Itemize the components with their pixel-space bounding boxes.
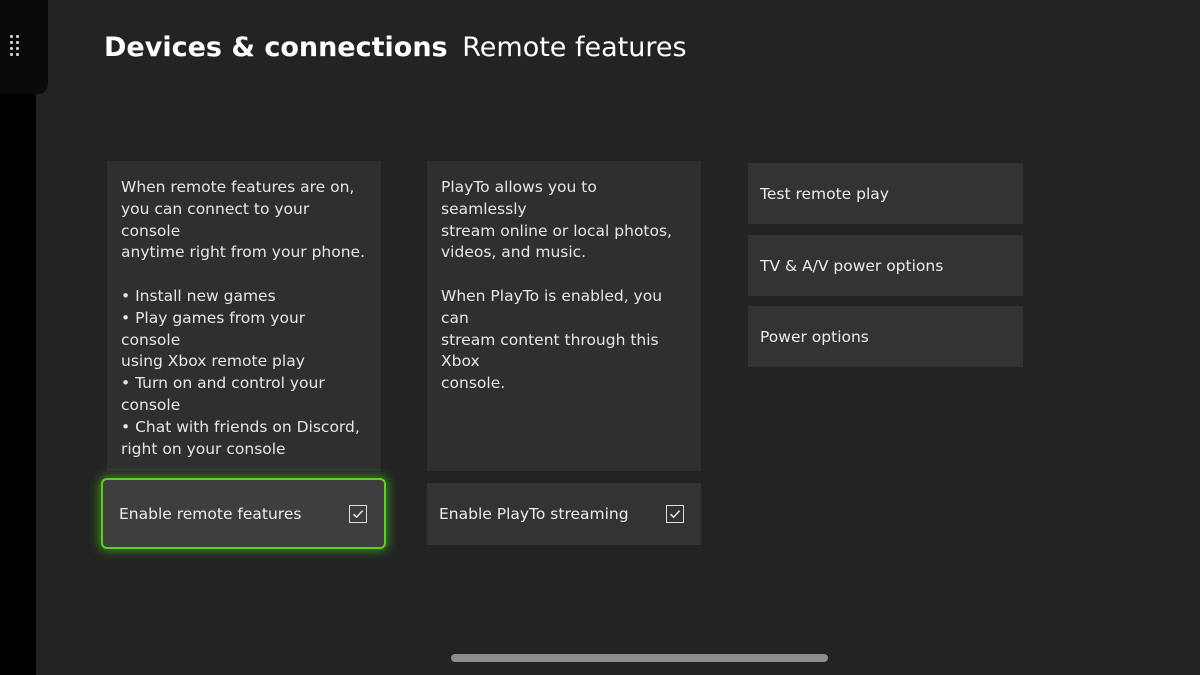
remote-features-description: When remote features are on, you can con… [121, 178, 365, 458]
remote-features-info-card: When remote features are on, you can con… [107, 161, 381, 471]
test-remote-play-button[interactable]: Test remote play [748, 163, 1023, 224]
enable-remote-features-label: Enable remote features [119, 504, 302, 523]
home-indicator-bar[interactable] [451, 654, 828, 662]
page-subtitle: Remote features [462, 32, 687, 63]
section-title: Devices & connections [104, 32, 448, 63]
checkbox-checked-icon[interactable] [666, 505, 684, 523]
checkbox-checked-icon[interactable] [349, 504, 367, 523]
menu-item-label: TV & A/V power options [760, 256, 944, 275]
menu-item-label: Test remote play [760, 184, 889, 203]
tv-av-power-options-button[interactable]: TV & A/V power options [748, 235, 1023, 296]
enable-playto-streaming-toggle[interactable]: Enable PlayTo streaming [427, 483, 701, 545]
drag-handle-icon [10, 35, 22, 57]
side-handle-tab[interactable] [0, 0, 48, 94]
side-edge-bar [0, 0, 36, 675]
enable-remote-features-toggle[interactable]: Enable remote features [101, 478, 386, 549]
menu-item-label: Power options [760, 327, 869, 346]
enable-playto-streaming-label: Enable PlayTo streaming [439, 505, 629, 523]
playto-description: PlayTo allows you to seamlessly stream o… [441, 178, 672, 393]
page-title: Devices & connections Remote features [104, 32, 687, 63]
playto-info-card: PlayTo allows you to seamlessly stream o… [427, 161, 701, 471]
power-options-button[interactable]: Power options [748, 306, 1023, 367]
